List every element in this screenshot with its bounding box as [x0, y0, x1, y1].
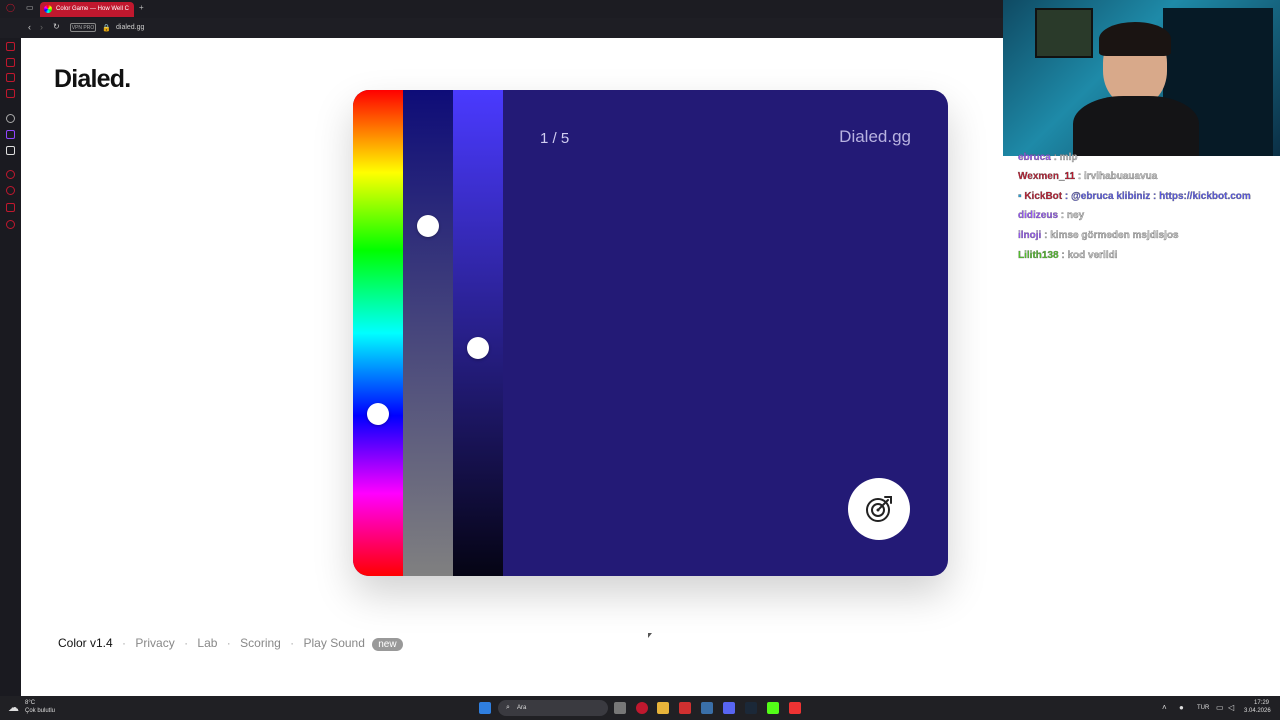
new-badge: new	[372, 638, 403, 651]
back-icon[interactable]: ‹	[28, 22, 31, 32]
lightness-handle[interactable]	[467, 337, 489, 359]
hue-handle[interactable]	[367, 403, 389, 425]
separator: ·	[122, 636, 127, 650]
chat-message: ebruca : mlp	[1018, 152, 1078, 163]
play-sound-link[interactable]: Play Sound	[304, 636, 365, 650]
file-explorer-icon[interactable]	[657, 702, 669, 714]
webcam-overlay	[1003, 0, 1280, 156]
tab-title: Color Game — How Well C	[56, 6, 129, 12]
discord-icon[interactable]	[723, 702, 735, 714]
weather-icon: ☁	[8, 702, 19, 714]
steam-icon[interactable]	[745, 702, 757, 714]
lightness-slider[interactable]	[453, 90, 503, 576]
kick-icon[interactable]	[767, 702, 779, 714]
weather-desc[interactable]: Çok bulutlu	[25, 708, 55, 714]
scoring-link[interactable]: Scoring	[240, 636, 281, 650]
chat-message: Lilith138 : kod verildi	[1018, 250, 1118, 261]
footer-links: Color v1.4 · Privacy · Lab · Scoring · P…	[58, 636, 403, 651]
taskbar-search[interactable]: ⌕ Ara	[498, 700, 608, 716]
sidebar-downloads-icon[interactable]	[6, 203, 15, 212]
app-icon[interactable]	[701, 702, 713, 714]
color-wheel-icon	[44, 5, 52, 13]
chat-message: ilnoji : kimse görmeden msjdisjos	[1018, 230, 1179, 241]
target-icon	[866, 496, 892, 522]
search-label: Ara	[517, 705, 527, 711]
separator: ·	[290, 636, 295, 650]
network-icon[interactable]: ▭	[1216, 703, 1224, 712]
site-logo[interactable]: Dialed.	[54, 65, 131, 94]
address-bar: ‹ › ↻ VPN PRO 🔒 dialed.gg	[0, 18, 1003, 38]
browser-sidebar	[0, 38, 21, 696]
volume-icon[interactable]: ◁	[1228, 703, 1234, 712]
microphone-icon[interactable]: ●	[1179, 703, 1184, 712]
sidebar-bookmark-icon[interactable]	[6, 89, 15, 98]
sidebar-aria-icon[interactable]	[6, 58, 15, 67]
version-link[interactable]: Color v1.4	[58, 636, 113, 650]
new-tab-button[interactable]: +	[139, 3, 144, 12]
card-brand: Dialed.gg	[839, 127, 911, 146]
search-icon: ⌕	[506, 704, 510, 711]
app-icon[interactable]	[789, 702, 801, 714]
mouse-cursor	[648, 633, 652, 638]
clock-date[interactable]: 3.04.2026	[1244, 708, 1271, 714]
submit-button[interactable]	[848, 478, 910, 540]
sidebar-history-icon[interactable]	[6, 186, 15, 195]
calendar-app-icon[interactable]	[679, 702, 691, 714]
web-page: Dialed. 1 / 5 Dialed.gg Color v1.4 · Pri…	[21, 38, 1241, 696]
sidebar-chatgpt-icon[interactable]	[6, 114, 15, 123]
windows-start-icon[interactable]	[479, 702, 491, 714]
workspace-icon[interactable]: ▭	[26, 3, 34, 12]
hue-slider[interactable]	[353, 90, 403, 576]
browser-tab[interactable]: Color Game — How Well C	[40, 2, 134, 17]
saturation-slider[interactable]	[403, 90, 453, 576]
round-counter: 1 / 5	[540, 130, 570, 147]
opera-logo-icon[interactable]: ◯	[6, 3, 15, 12]
weather-temp[interactable]: 8°C	[25, 700, 35, 706]
lock-icon: 🔒	[102, 25, 111, 32]
streamer-hair	[1099, 22, 1171, 56]
wall-poster	[1035, 8, 1093, 58]
sidebar-settings-icon[interactable]	[6, 220, 15, 229]
chat-message: Wexmen_11 : irvihabuauavua	[1018, 171, 1158, 182]
vpn-badge[interactable]: VPN PRO	[70, 23, 96, 32]
opera-taskbar-icon[interactable]	[636, 702, 648, 714]
browser-tab-bar: ◯ ▭ Color Game — How Well C +	[0, 0, 1003, 18]
saturation-handle[interactable]	[417, 215, 439, 237]
windows-taskbar: ☁ 8°C Çok bulutlu ⌕ Ara ˄ ● TUR ▭ ◁ 17:2…	[0, 696, 1280, 720]
streamer-shirt	[1073, 96, 1199, 156]
lab-link[interactable]: Lab	[197, 636, 217, 650]
sidebar-opera-icon[interactable]	[6, 42, 15, 51]
separator: ·	[226, 636, 231, 650]
reload-icon[interactable]: ↻	[53, 22, 60, 31]
sidebar-x-icon[interactable]	[6, 146, 15, 155]
tray-chevron-icon[interactable]: ˄	[1162, 703, 1167, 712]
sidebar-messenger-icon[interactable]	[6, 73, 15, 82]
privacy-link[interactable]: Privacy	[135, 636, 174, 650]
sidebar-twitch-icon[interactable]	[6, 130, 15, 139]
url-text[interactable]: dialed.gg	[116, 24, 144, 31]
language-indicator[interactable]: TUR	[1197, 705, 1209, 711]
chat-message: ▪ KickBot : @ebruca klibiniz : https://k…	[1018, 191, 1251, 202]
separator: ·	[184, 636, 189, 650]
forward-icon[interactable]: ›	[40, 22, 43, 32]
clock-time[interactable]: 17:29	[1254, 700, 1269, 706]
stream-chat: ebruca : mlp Wexmen_11 : irvihabuauavua …	[1003, 152, 1280, 696]
mod-badge-icon: ▪	[1018, 191, 1022, 202]
color-game-card: 1 / 5 Dialed.gg	[353, 90, 948, 576]
task-view-icon[interactable]	[614, 702, 626, 714]
chat-message: didizeus : ney	[1018, 210, 1085, 221]
sidebar-player-icon[interactable]	[6, 170, 15, 179]
